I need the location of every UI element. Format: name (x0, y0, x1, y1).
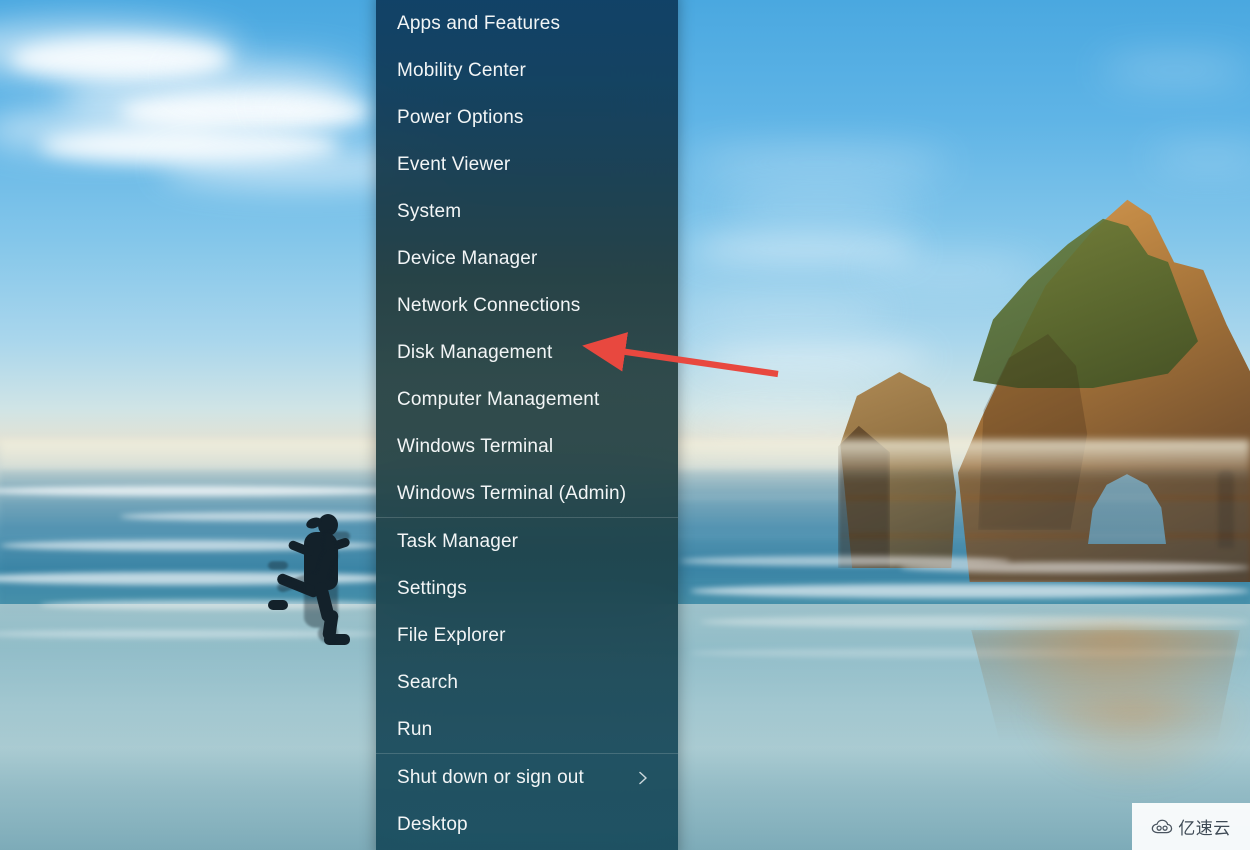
menu-item-windows-terminal[interactable]: Windows Terminal (376, 423, 678, 470)
cloud-shape (1150, 150, 1250, 166)
menu-item-run[interactable]: Run (376, 706, 678, 753)
desktop-screenshot: Apps and Features Mobility Center Power Op… (0, 0, 1250, 850)
menu-item-system[interactable]: System (376, 188, 678, 235)
cloud-shape (170, 58, 360, 92)
menu-item-label: Settings (397, 577, 467, 599)
menu-item-label: Run (397, 718, 433, 740)
menu-item-label: Task Manager (397, 530, 519, 552)
menu-item-device-manager[interactable]: Device Manager (376, 235, 678, 282)
menu-item-label: Network Connections (397, 294, 581, 316)
menu-item-computer-management[interactable]: Computer Management (376, 376, 678, 423)
menu-item-shut-down-or-sign-out[interactable]: Shut down or sign out (376, 754, 678, 801)
menu-item-apps-and-features[interactable]: Apps and Features (376, 0, 678, 47)
menu-item-desktop[interactable]: Desktop (376, 801, 678, 848)
cloud-icon (1151, 819, 1173, 833)
cloud-shape (720, 196, 920, 218)
runner-reflection (262, 529, 372, 648)
watermark-badge: 亿速云 (1132, 803, 1250, 850)
rock-reflection (971, 630, 1240, 740)
menu-item-label: Apps and Features (397, 12, 561, 34)
menu-item-label: File Explorer (397, 624, 506, 646)
cloud-shape (860, 260, 1040, 280)
menu-item-label: Disk Management (397, 341, 553, 363)
cloud-shape (700, 346, 930, 370)
menu-item-settings[interactable]: Settings (376, 565, 678, 612)
cloud-shape (255, 92, 385, 114)
menu-item-file-explorer[interactable]: File Explorer (376, 612, 678, 659)
menu-item-network-connections[interactable]: Network Connections (376, 282, 678, 329)
menu-item-disk-management[interactable]: Disk Management (376, 329, 678, 376)
menu-item-label: Windows Terminal (397, 435, 554, 457)
menu-item-label: Windows Terminal (Admin) (397, 482, 627, 504)
cloud-shape (690, 150, 950, 176)
menu-item-label: System (397, 200, 462, 222)
menu-item-label: Mobility Center (397, 59, 526, 81)
menu-item-label: Shut down or sign out (397, 766, 584, 788)
winx-quick-link-menu[interactable]: Apps and Features Mobility Center Power Op… (376, 0, 678, 850)
cloud-shape (690, 390, 870, 408)
menu-item-power-options[interactable]: Power Options (376, 94, 678, 141)
chevron-right-icon (639, 771, 647, 784)
menu-item-search[interactable]: Search (376, 659, 678, 706)
menu-item-mobility-center[interactable]: Mobility Center (376, 47, 678, 94)
menu-item-windows-terminal-admin[interactable]: Windows Terminal (Admin) (376, 470, 678, 517)
menu-item-label: Event Viewer (397, 153, 511, 175)
menu-item-label: Desktop (397, 813, 468, 835)
menu-item-label: Power Options (397, 106, 524, 128)
menu-item-label: Device Manager (397, 247, 538, 269)
menu-item-event-viewer[interactable]: Event Viewer (376, 141, 678, 188)
surf-foam (690, 584, 1250, 598)
menu-item-list: Apps and Features Mobility Center Power Op… (376, 0, 678, 848)
menu-item-label: Search (397, 671, 459, 693)
cloud-shape (690, 236, 920, 262)
cloud-shape (690, 300, 890, 322)
cloud-shape (280, 112, 390, 130)
menu-item-task-manager[interactable]: Task Manager (376, 518, 678, 565)
menu-item-label: Computer Management (397, 388, 600, 410)
watermark-text: 亿速云 (1178, 819, 1231, 838)
surf-foam (900, 562, 1250, 573)
cloud-shape (1100, 60, 1250, 80)
